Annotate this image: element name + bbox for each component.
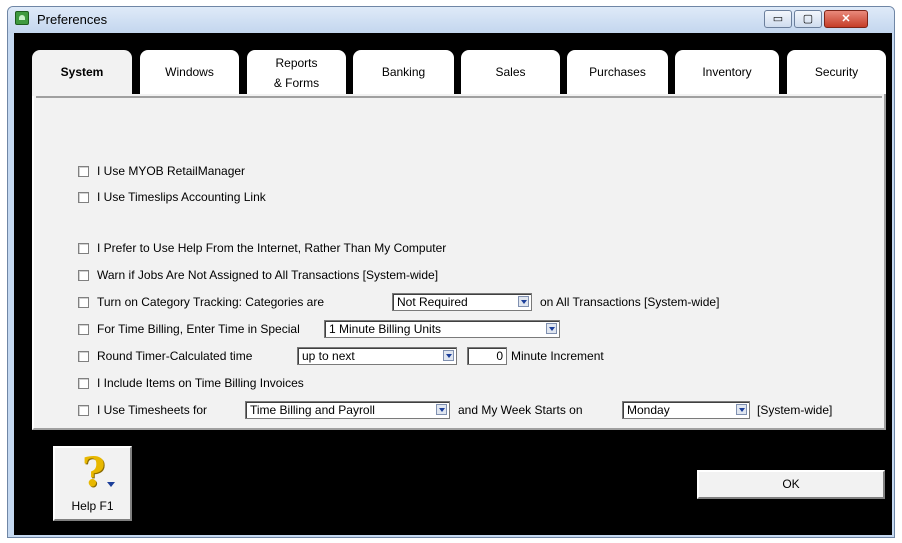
retail-manager-checkbox[interactable] <box>78 166 89 177</box>
tab-label: Banking <box>381 65 426 79</box>
maximize-button[interactable]: ▢ <box>794 10 822 28</box>
tab-label: Purchases <box>589 65 646 79</box>
help-internet-checkbox[interactable] <box>78 243 89 254</box>
divider <box>36 96 882 98</box>
billing-units-value: 1 Minute Billing Units <box>329 322 442 336</box>
minute-increment-label: Minute Increment <box>511 349 604 363</box>
timesheets-select[interactable]: Time Billing and Payroll <box>245 401 450 419</box>
tab-purchases[interactable]: Purchases <box>567 50 668 94</box>
time-billing-checkbox[interactable] <box>78 324 89 335</box>
week-starts-label: and My Week Starts on <box>458 403 583 417</box>
include-items-label: I Include Items on Time Billing Invoices <box>97 376 304 390</box>
timeslips-label: I Use Timeslips Accounting Link <box>97 190 266 204</box>
category-required-select[interactable]: Not Required <box>392 293 532 311</box>
tab-label: Security <box>814 65 859 79</box>
tab-banking[interactable]: Banking <box>353 50 454 94</box>
category-suffix-label: on All Transactions [System-wide] <box>540 295 720 309</box>
tab-system[interactable]: System <box>32 50 132 96</box>
tab-label-line2: & Forms <box>273 76 320 90</box>
chevron-down-icon <box>518 296 529 307</box>
category-tracking-label: Turn on Category Tracking: Categories ar… <box>97 295 324 309</box>
timesheets-value: Time Billing and Payroll <box>250 403 375 417</box>
billing-units-select[interactable]: 1 Minute Billing Units <box>324 320 560 338</box>
tab-sales[interactable]: Sales <box>461 50 560 94</box>
warn-jobs-checkbox[interactable] <box>78 270 89 281</box>
round-timer-value: up to next <box>302 349 355 363</box>
timesheets-label: I Use Timesheets for <box>97 403 208 417</box>
round-timer-select[interactable]: up to next <box>297 347 457 365</box>
window-title: Preferences <box>37 12 108 27</box>
chevron-down-icon <box>436 404 447 415</box>
time-billing-label: For Time Billing, Enter Time in Special <box>97 322 300 336</box>
round-timer-checkbox[interactable] <box>78 351 89 362</box>
minute-increment-input[interactable]: 0 <box>467 347 507 365</box>
close-button[interactable]: ✕ <box>824 10 868 28</box>
week-starts-value: Monday <box>627 403 670 417</box>
ok-button[interactable]: OK <box>697 470 885 499</box>
tab-security[interactable]: Security <box>787 50 886 94</box>
week-starts-select[interactable]: Monday <box>622 401 750 419</box>
title-bar[interactable] <box>8 7 894 33</box>
chevron-down-icon <box>736 404 747 415</box>
tab-label: System <box>60 65 104 79</box>
dropdown-arrow-icon <box>107 482 115 487</box>
round-timer-label: Round Timer-Calculated time <box>97 349 253 363</box>
tab-reports-forms[interactable]: Reports & Forms <box>247 50 346 94</box>
minimize-button[interactable]: ▭ <box>764 10 792 28</box>
tab-inventory[interactable]: Inventory <box>675 50 779 94</box>
chevron-down-icon <box>546 323 557 334</box>
timeslips-checkbox[interactable] <box>78 192 89 203</box>
retail-manager-label: I Use MYOB RetailManager <box>97 164 246 178</box>
warn-jobs-label: Warn if Jobs Are Not Assigned to All Tra… <box>97 268 439 282</box>
tab-label: Inventory <box>702 65 752 79</box>
chevron-down-icon <box>443 350 454 361</box>
help-button-label: Help F1 <box>71 499 114 513</box>
tab-windows[interactable]: Windows <box>140 50 239 94</box>
timesheets-checkbox[interactable] <box>78 405 89 416</box>
category-tracking-checkbox[interactable] <box>78 297 89 308</box>
category-required-value: Not Required <box>397 295 468 309</box>
question-mark-icon: ? <box>82 449 106 496</box>
tab-label: Windows <box>165 65 214 79</box>
week-starts-suffix: [System-wide] <box>757 403 833 417</box>
include-items-checkbox[interactable] <box>78 378 89 389</box>
tab-label-line1: Reports <box>275 56 318 70</box>
tab-label: Sales <box>495 65 526 79</box>
help-internet-label: I Prefer to Use Help From the Internet, … <box>97 241 447 255</box>
app-icon <box>15 11 29 25</box>
